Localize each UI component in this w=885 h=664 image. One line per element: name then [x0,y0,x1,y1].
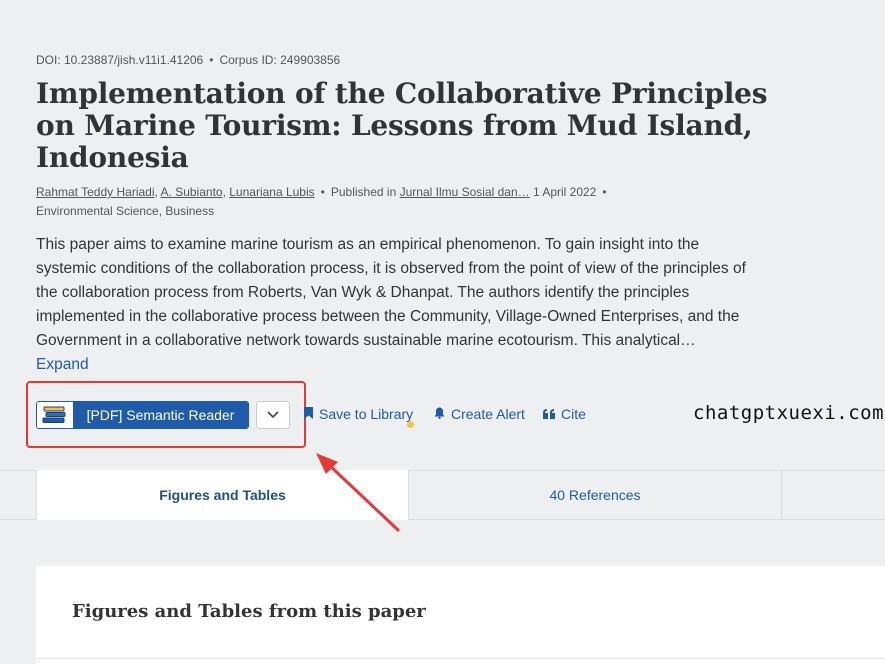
fields-of-study: Environmental Science, Business [36,204,215,218]
journal-link[interactable]: Jurnal Ilmu Sosial dan… [400,185,530,199]
abstract-text: This paper aims to examine marine touris… [36,236,746,349]
books-icon [37,402,73,428]
watermark-text: chatgptxuexi.com [693,402,885,424]
paper-title: Implementation of the Collaborative Prin… [36,77,768,174]
save-to-library-button[interactable]: Save to Library [304,406,413,422]
paper-meta-line: DOI: 10.23887/jish.v11i1.41206 • Corpus ID… [36,53,340,67]
divider [36,658,885,659]
author-link-3[interactable]: Lunariana Lubis [229,185,314,199]
create-alert-label: Create Alert [451,406,525,422]
cursor-dot [407,421,414,428]
semantic-reader-button[interactable]: [PDF] Semantic Reader [36,401,249,429]
corpus-id-text: Corpus ID: 249903856 [219,53,341,67]
bookmark-icon [304,406,313,422]
doi-text: DOI: 10.23887/jish.v11i1.41206 [36,53,204,67]
cite-button[interactable]: Cite [543,406,586,422]
chevron-down-icon [267,406,279,424]
quote-icon [543,406,555,422]
section-title: Figures and Tables from this paper [72,601,426,622]
separator-dot: • [602,185,607,199]
author-line: Rahmat Teddy Hariadi, A. Subianto, Lunar… [36,185,607,218]
author-link-2[interactable]: A. Subianto [161,185,223,199]
bell-icon [434,406,445,422]
save-to-library-label: Save to Library [319,406,414,422]
semantic-reader-label: [PDF] Semantic Reader [73,402,248,428]
tab-figures-and-tables[interactable]: Figures and Tables [36,470,409,520]
publish-date: 1 April 2022 [533,185,597,199]
author-link-1[interactable]: Rahmat Teddy Hariadi [36,185,155,199]
tab-references[interactable]: 40 References [409,470,782,520]
expand-link[interactable]: Expand [36,356,89,373]
separator-dot: • [320,185,325,199]
reader-options-dropdown[interactable] [256,401,290,429]
abstract: This paper aims to examine marine touris… [36,233,752,377]
cite-label: Cite [561,406,586,422]
separator-dot: • [209,53,214,67]
published-prefix: Published in [330,185,397,199]
create-alert-button[interactable]: Create Alert [434,406,525,422]
